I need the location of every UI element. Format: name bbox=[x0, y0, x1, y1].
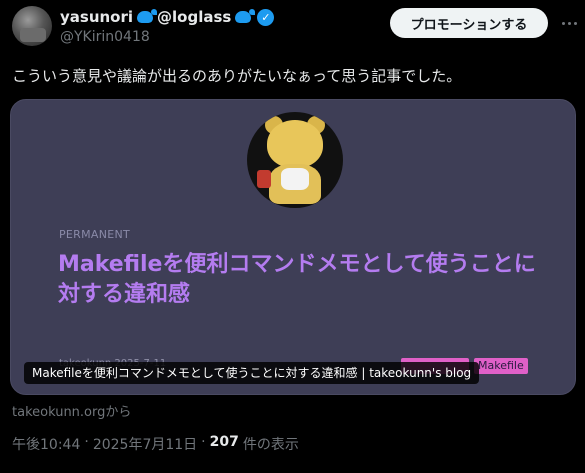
card-caption[interactable]: Makefileを便利コマンドメモとして使うことに対する違和感 | takeok… bbox=[24, 362, 480, 384]
card-blog-avatar bbox=[247, 112, 343, 208]
more-options-icon[interactable] bbox=[559, 14, 579, 32]
tweet-date[interactable]: 2025年7月11日 bbox=[93, 434, 197, 454]
whale-emoji-icon bbox=[235, 9, 256, 23]
author-avatar[interactable] bbox=[12, 6, 52, 46]
card-tag-makefile: Makefile bbox=[474, 358, 528, 374]
author-name-row[interactable]: yasunori @loglass ✓ bbox=[60, 7, 275, 27]
tweet-meta: 午後10:44 · 2025年7月11日 · 207 件の表示 bbox=[12, 434, 299, 454]
link-preview-card[interactable]: PERMANENT Makefileを便利コマンドメモとして使うことに対する違和… bbox=[10, 99, 576, 395]
author-handle[interactable]: @YKirin0418 bbox=[60, 29, 150, 45]
display-name[interactable]: yasunori bbox=[60, 8, 133, 26]
verified-badge-icon[interactable]: ✓ bbox=[257, 8, 275, 26]
meta-separator: · bbox=[201, 434, 206, 450]
card-domain-link[interactable]: takeokunn.orgから bbox=[12, 401, 131, 420]
whale-emoji-icon bbox=[137, 9, 158, 23]
tweet-text: こういう意見や議論が出るのありがたいなぁって思う記事でした。 bbox=[12, 67, 462, 85]
tweet-time[interactable]: 午後10:44 bbox=[12, 434, 80, 454]
card-label: PERMANENT bbox=[59, 228, 131, 241]
views-count[interactable]: 207 bbox=[210, 434, 239, 454]
display-name-suffix[interactable]: @loglass bbox=[157, 8, 231, 26]
promote-button[interactable]: プロモーションする bbox=[390, 8, 548, 38]
card-title: Makefileを便利コマンドメモとして使うことに対する違和感 bbox=[58, 252, 536, 307]
meta-separator: · bbox=[84, 434, 89, 450]
views-label: 件の表示 bbox=[242, 437, 299, 453]
